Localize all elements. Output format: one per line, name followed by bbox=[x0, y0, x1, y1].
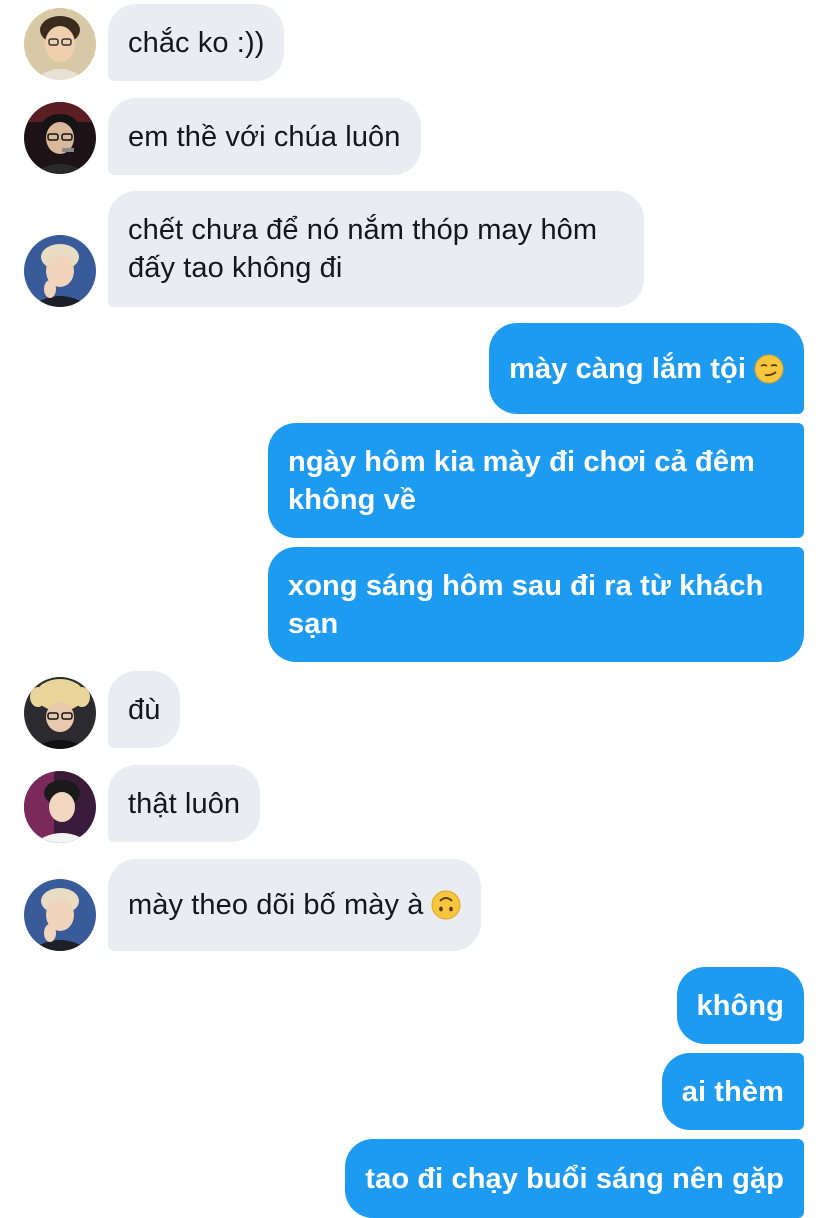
message-text: mày càng lắm tội bbox=[509, 352, 746, 385]
avatar-user-5-icon bbox=[24, 771, 96, 843]
upside-down-face-icon bbox=[431, 890, 461, 920]
message-bubble-incoming[interactable]: chết chưa để nó nắm thóp may hôm đấy tao… bbox=[108, 191, 644, 307]
avatar[interactable] bbox=[24, 235, 96, 307]
message-bubble-incoming[interactable]: mày theo dõi bố mày à bbox=[108, 859, 482, 951]
chat-thread: chắc ko :)) em thề với chúa luôn chết ch… bbox=[0, 0, 828, 1218]
message-bubble-incoming[interactable]: đù bbox=[108, 671, 181, 748]
message-text: tao đi chạy buổi sáng nên gặp bbox=[365, 1162, 784, 1195]
message-bubble-incoming[interactable]: em thề với chúa luôn bbox=[108, 98, 421, 175]
avatar[interactable] bbox=[24, 677, 96, 749]
message-text: em thề với chúa luôn bbox=[128, 120, 401, 153]
avatar[interactable] bbox=[24, 771, 96, 843]
avatar-user-1-icon bbox=[24, 8, 96, 80]
message-bubble-outgoing[interactable]: mày càng lắm tội bbox=[489, 323, 804, 414]
message-bubble-outgoing[interactable]: tao đi chạy buổi sáng nên gặp bbox=[345, 1139, 804, 1218]
message-text: thật luôn bbox=[128, 787, 241, 820]
message-bubble-outgoing[interactable]: không bbox=[676, 967, 804, 1044]
message-text: chắc ko :)) bbox=[128, 26, 265, 59]
message-bubble-outgoing[interactable]: ngày hôm kia mày đi chơi cả đêm không về bbox=[268, 423, 804, 538]
message-bubble-incoming[interactable]: chắc ko :)) bbox=[108, 4, 285, 81]
avatar-user-4-icon bbox=[24, 677, 96, 749]
message-text: không bbox=[696, 989, 784, 1022]
message-bubble-incoming[interactable]: thật luôn bbox=[108, 765, 261, 842]
avatar[interactable] bbox=[24, 879, 96, 951]
avatar-user-3-icon bbox=[24, 879, 96, 951]
message-bubble-outgoing[interactable]: xong sáng hôm sau đi ra từ khách sạn bbox=[268, 547, 804, 662]
message-text: ai thèm bbox=[681, 1075, 784, 1108]
message-text: ngày hôm kia mày đi chơi cả đêm không về bbox=[288, 445, 755, 516]
avatar[interactable] bbox=[24, 8, 96, 80]
avatar-user-3-icon bbox=[24, 235, 96, 307]
message-text: xong sáng hôm sau đi ra từ khách sạn bbox=[288, 569, 764, 640]
message-text: chết chưa để nó nắm thóp may hôm đấy tao… bbox=[128, 214, 598, 284]
message-text: đù bbox=[128, 693, 161, 726]
avatar[interactable] bbox=[24, 102, 96, 174]
message-bubble-outgoing[interactable]: ai thèm bbox=[661, 1053, 804, 1130]
avatar-user-2-icon bbox=[24, 102, 96, 174]
smirk-face-icon bbox=[754, 354, 784, 383]
message-text: mày theo dõi bố mày à bbox=[128, 889, 424, 921]
